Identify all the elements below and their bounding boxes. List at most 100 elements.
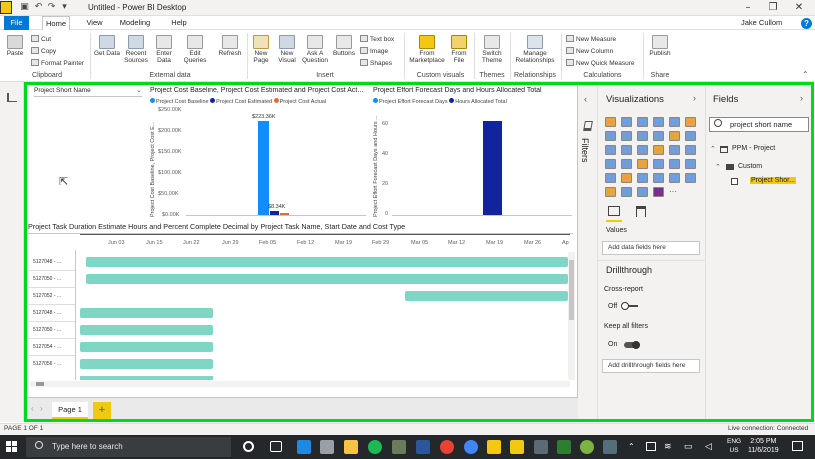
key-influencers-icon[interactable] (685, 173, 696, 183)
edit-queries-button[interactable]: Edit Queries (180, 35, 210, 64)
page-tab-1[interactable]: Page 1 (52, 402, 88, 419)
new-column-button[interactable]: New Column (566, 47, 613, 56)
filled-map-icon[interactable] (605, 159, 616, 169)
stacked-bar-icon[interactable] (605, 117, 616, 127)
field-name[interactable]: Project Shor... (750, 177, 796, 184)
format-paint-roller-icon[interactable] (636, 206, 646, 217)
windows-start-icon[interactable] (6, 441, 18, 453)
bar-cost-baseline[interactable] (258, 121, 269, 215)
waterfall-icon[interactable] (605, 145, 616, 155)
battery-icon[interactable]: ▭ (684, 441, 693, 452)
bar-cost-actual[interactable] (280, 213, 289, 215)
gantt-bar[interactable] (80, 308, 213, 318)
powerbi-taskbar-icon[interactable] (487, 440, 501, 454)
buttons-button[interactable]: Buttons (331, 35, 357, 57)
stacked-area-icon[interactable] (637, 131, 648, 141)
app-icon-5[interactable] (603, 440, 617, 454)
paste-button[interactable]: Paste (5, 35, 25, 57)
add-page-button[interactable]: + (93, 402, 111, 419)
donut-icon[interactable] (653, 145, 664, 155)
expand-viz-icon[interactable]: › (693, 93, 696, 103)
table-name[interactable]: PPM - Project (732, 145, 775, 152)
manage-relationships-button[interactable]: Manage Relationships (512, 35, 558, 64)
gantt-horizontal-scrollbar[interactable] (30, 381, 570, 387)
app-icon-4[interactable] (580, 440, 594, 454)
from-marketplace-button[interactable]: From Marketplace (407, 35, 447, 64)
scatter-icon[interactable] (621, 145, 632, 155)
shapes-button[interactable]: Shapes (360, 59, 392, 68)
image-button[interactable]: Image (360, 47, 388, 56)
funnel-icon[interactable] (621, 159, 632, 169)
gantt-visual-icon[interactable] (653, 187, 664, 197)
format-painter-button[interactable]: Format Painter (31, 59, 84, 68)
from-file-button[interactable]: From File (448, 35, 470, 64)
cortana-icon[interactable] (243, 441, 254, 452)
qa-visual-icon[interactable] (621, 187, 632, 197)
minimize-button[interactable]: – (735, 1, 761, 15)
line-column-icon[interactable] (653, 131, 664, 141)
app-icon-3[interactable] (557, 440, 571, 454)
bar-hours-allocated[interactable] (483, 121, 502, 215)
powerbi-taskbar-icon-2[interactable] (510, 440, 524, 454)
collapse-filters-icon[interactable]: ‹ (584, 94, 587, 104)
tab-view[interactable]: View (82, 16, 107, 30)
tray-icon-1[interactable] (646, 442, 656, 451)
clustered-bar-icon[interactable] (637, 117, 648, 127)
gantt-bar[interactable] (405, 291, 568, 301)
gauge-icon[interactable] (637, 159, 648, 169)
refresh-button[interactable]: Refresh (215, 35, 245, 57)
get-data-button[interactable]: Get Data (93, 35, 121, 57)
keep-filters-toggle-knob[interactable] (632, 341, 640, 349)
app-icon-2[interactable] (534, 440, 548, 454)
area-chart-icon[interactable] (621, 131, 632, 141)
customize-toolbar-icon[interactable]: ▾ (59, 2, 70, 13)
new-page-button[interactable]: New Page (249, 35, 273, 64)
gantt-bar[interactable] (80, 325, 213, 335)
cross-report-toggle-knob[interactable] (621, 302, 629, 310)
restore-button[interactable]: ❐ (760, 1, 786, 15)
folder-name[interactable]: Custom (738, 163, 762, 170)
line-clustered-icon[interactable] (669, 131, 680, 141)
fields-tab-icon[interactable] (608, 206, 620, 216)
cut-button[interactable]: Cut (31, 35, 51, 44)
tab-modeling[interactable]: Modeling (116, 16, 154, 30)
next-page-icon[interactable]: › (40, 404, 43, 413)
task-view-icon[interactable] (270, 441, 282, 452)
text-box-button[interactable]: Text box (360, 35, 394, 44)
spotify-icon[interactable] (368, 440, 382, 454)
app-icon[interactable] (392, 440, 406, 454)
collapse-folder-icon[interactable]: ⌃ (715, 163, 721, 171)
mail-icon[interactable] (320, 440, 334, 454)
gantt-bar[interactable] (86, 274, 568, 284)
user-name[interactable]: Jake Cullom (741, 18, 782, 27)
treemap-icon[interactable] (669, 145, 680, 155)
edge-icon[interactable] (297, 440, 311, 454)
bar-cost-estimated[interactable] (270, 211, 279, 215)
decomposition-icon[interactable] (605, 187, 616, 197)
notifications-icon[interactable] (792, 441, 803, 451)
clock[interactable]: 2:05 PM 11/6/2019 (748, 437, 779, 455)
redo-icon[interactable]: ↷ (46, 2, 57, 13)
drillthrough-drop-zone[interactable]: Add drillthrough fields here (602, 359, 700, 373)
report-view-icon[interactable] (7, 93, 17, 102)
map-icon[interactable] (685, 145, 696, 155)
pie-chart-icon[interactable] (637, 145, 648, 155)
chrome-icon[interactable] (440, 440, 454, 454)
close-button[interactable]: ✕ (786, 1, 812, 15)
more-visuals-icon[interactable]: ··· (669, 187, 680, 197)
slicer-dropdown-icon[interactable]: ⌄ (136, 86, 142, 94)
publish-button[interactable]: Publish (646, 35, 674, 57)
save-icon[interactable]: ▣ (19, 2, 30, 13)
table-icon[interactable] (621, 173, 632, 183)
field-checkbox[interactable] (731, 178, 738, 185)
gantt-bar[interactable] (80, 359, 213, 369)
recent-sources-button[interactable]: Recent Sources (121, 35, 151, 64)
collapse-ribbon-icon[interactable]: ⌃ (802, 70, 809, 79)
values-drop-zone[interactable]: Add data fields here (602, 241, 700, 255)
volume-icon[interactable]: ◁ (705, 441, 712, 452)
ribbon-chart-icon[interactable] (685, 131, 696, 141)
new-visual-button[interactable]: New Visual (275, 35, 299, 64)
new-quick-measure-button[interactable]: New Quick Measure (566, 59, 635, 68)
stacked-column-icon[interactable] (621, 117, 632, 127)
language-indicator[interactable]: ENG US (727, 437, 741, 455)
